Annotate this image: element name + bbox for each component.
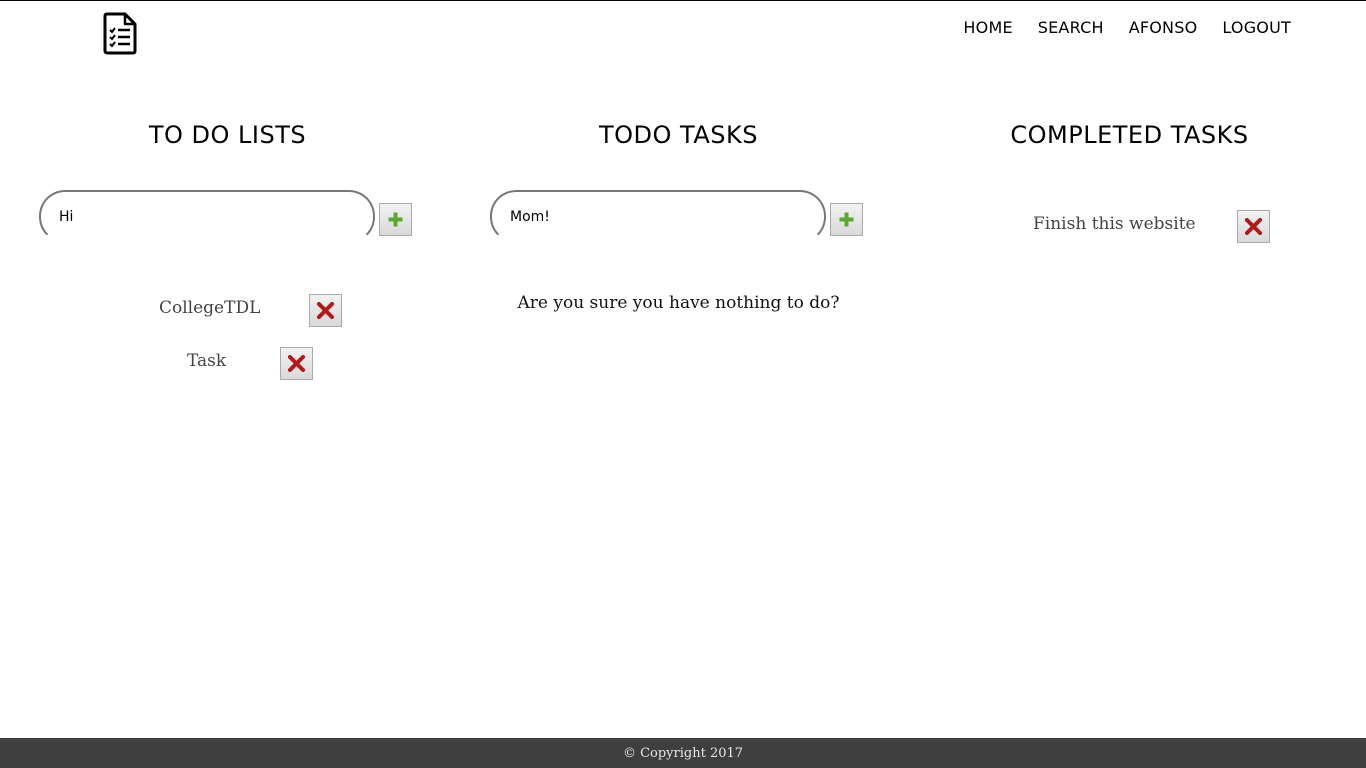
- add-task-button[interactable]: [830, 203, 863, 236]
- add-list-button[interactable]: [379, 203, 412, 236]
- list-item-label[interactable]: Task: [187, 351, 226, 371]
- nav-search-link[interactable]: SEARCH: [1038, 18, 1104, 37]
- delete-list-button[interactable]: [280, 347, 313, 380]
- nav-user-link[interactable]: AFONSO: [1129, 18, 1198, 37]
- nav-home-link[interactable]: HOME: [963, 18, 1012, 37]
- delete-completed-button[interactable]: [1237, 210, 1270, 243]
- nav-logout-link[interactable]: LOGOUT: [1222, 18, 1291, 37]
- delete-x-icon: [1245, 218, 1262, 235]
- completed-task-label[interactable]: Finish this website: [1033, 214, 1196, 234]
- delete-x-icon: [317, 302, 334, 319]
- completed-tasks-title: COMPLETED TASKS: [1010, 121, 1249, 149]
- delete-list-button[interactable]: [309, 294, 342, 327]
- plus-icon: [839, 212, 854, 227]
- plus-icon: [388, 212, 403, 227]
- empty-tasks-message: Are you sure you have nothing to do?: [517, 293, 840, 313]
- todo-tasks-title: TODO TASKS: [599, 121, 758, 149]
- todo-lists-title: TO DO LISTS: [148, 121, 307, 149]
- copyright-text: © Copyright 2017: [622, 745, 744, 761]
- new-list-input[interactable]: [39, 190, 375, 243]
- footer: © Copyright 2017: [0, 738, 1366, 768]
- top-nav: HOME SEARCH AFONSO LOGOUT: [963, 18, 1291, 37]
- list-item-label[interactable]: CollegeTDL: [159, 298, 260, 318]
- new-task-input[interactable]: [490, 190, 826, 243]
- checklist-document-icon[interactable]: [103, 12, 138, 55]
- delete-x-icon: [288, 355, 305, 372]
